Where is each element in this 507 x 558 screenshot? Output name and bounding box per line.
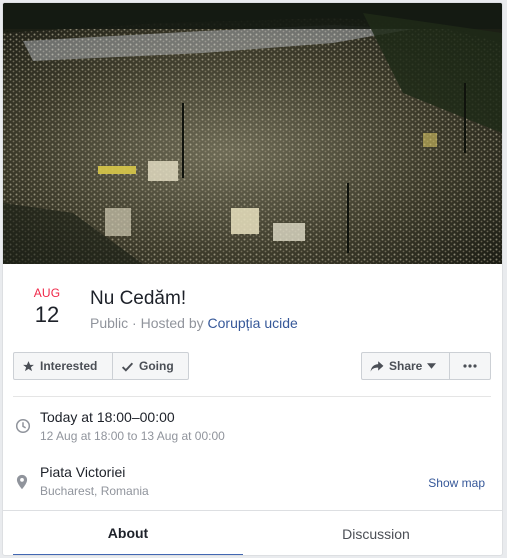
star-icon [23, 360, 34, 371]
event-date: AUG 12 [21, 286, 73, 328]
event-title: Nu Cedăm! [90, 288, 187, 309]
clock-icon [15, 418, 31, 434]
event-time-main: Today at 18:00–00:00 [40, 409, 175, 425]
protest-crowd-photo [3, 3, 502, 264]
event-privacy: Public [90, 315, 129, 331]
interested-button[interactable]: Interested [13, 352, 113, 380]
show-map-link[interactable]: Show map [428, 476, 485, 490]
event-host-link[interactable]: Corupția ucide [208, 315, 298, 331]
event-time-sub: 12 Aug at 18:00 to 13 Aug at 00:00 [40, 429, 225, 443]
event-cover-photo[interactable] [3, 3, 502, 264]
event-header: AUG 12 Nu Cedăm! Public · Hosted by Coru… [3, 264, 502, 344]
event-place-main[interactable]: Piata Victoriei [40, 464, 125, 480]
going-label: Going [139, 359, 174, 373]
section-divider [13, 396, 491, 397]
tab-discussion[interactable]: Discussion [261, 511, 491, 555]
going-button[interactable]: Going [112, 352, 189, 380]
check-icon [121, 362, 134, 372]
interested-label: Interested [40, 359, 98, 373]
event-card: AUG 12 Nu Cedăm! Public · Hosted by Coru… [2, 2, 503, 556]
location-pin-icon [16, 474, 28, 490]
share-button[interactable]: Share [361, 352, 450, 380]
share-label: Share [389, 359, 423, 373]
share-arrow-icon [370, 360, 384, 372]
event-date-month: AUG [33, 286, 61, 300]
more-options-button[interactable] [449, 352, 491, 380]
event-subtitle: Public · Hosted by Corupția ucide [90, 315, 298, 331]
event-date-day: 12 [34, 302, 60, 327]
event-place-sub: Bucharest, Romania [40, 484, 149, 498]
chevron-down-icon [427, 363, 437, 369]
event-place-row: Piata Victoriei Bucharest, Romania Show … [3, 462, 502, 502]
ellipsis-icon [463, 364, 477, 368]
subtitle-separator: · [132, 315, 141, 331]
hosted-by-label: Hosted by [140, 315, 204, 331]
event-tabs: About Discussion [3, 510, 502, 555]
tab-about[interactable]: About [13, 511, 243, 555]
event-time-row: Today at 18:00–00:00 12 Aug at 18:00 to … [3, 407, 502, 447]
